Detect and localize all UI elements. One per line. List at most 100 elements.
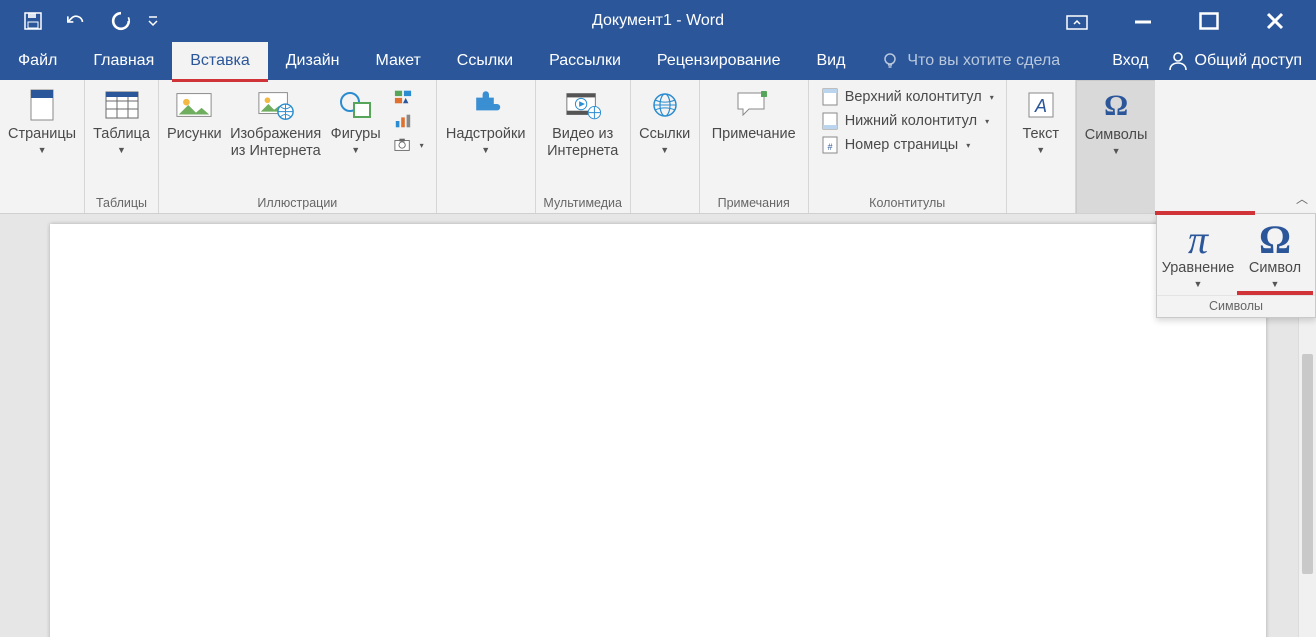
tab-design[interactable]: Дизайн (268, 42, 358, 80)
pages-button[interactable]: Страницы ▼ (4, 84, 80, 157)
tab-label: Файл (18, 52, 57, 70)
close-icon[interactable] (1262, 8, 1288, 34)
ribbon-display-options-icon[interactable] (1064, 8, 1090, 34)
smartart-icon (394, 88, 412, 106)
tab-mailings[interactable]: Рассылки (531, 42, 639, 80)
chevron-down-icon: ▾ (966, 141, 970, 150)
group-label: Мультимедиа (540, 194, 626, 213)
qat-customize-icon[interactable] (148, 10, 158, 32)
lightbulb-icon (881, 52, 899, 70)
header-button[interactable]: Верхний колонтитул ▾ (817, 86, 998, 108)
scrollbar-thumb[interactable] (1302, 354, 1313, 574)
svg-text:#: # (827, 142, 832, 152)
svg-text:A: A (1034, 96, 1047, 116)
table-label: Таблица (93, 126, 150, 143)
footer-button[interactable]: Нижний колонтитул ▾ (817, 110, 998, 132)
group-headerfooter: Верхний колонтитул ▾ Нижний колонтитул ▾… (809, 80, 1007, 213)
minimize-icon[interactable] (1130, 8, 1156, 34)
window-title: Документ1 - Word (592, 12, 724, 30)
title-bar: Документ1 - Word (0, 0, 1316, 42)
tab-label: Рецензирование (657, 52, 781, 70)
illustrations-small-column: ▾ (386, 84, 432, 158)
maximize-icon[interactable] (1196, 8, 1222, 34)
online-video-button[interactable]: Видео из Интернета (540, 84, 626, 161)
page-number-button[interactable]: # Номер страницы ▾ (817, 134, 998, 156)
tab-layout[interactable]: Макет (358, 42, 439, 80)
online-video-label: Видео из Интернета (547, 126, 618, 159)
ribbon: Страницы ▼ Таблица ▼ Таблицы Рис (0, 80, 1316, 214)
screenshot-icon (394, 136, 412, 154)
links-label: Ссылки (639, 126, 690, 143)
save-icon[interactable] (22, 10, 44, 32)
chevron-down-icon: ▼ (660, 145, 669, 155)
shapes-button[interactable]: Фигуры ▼ (326, 84, 386, 157)
symbols-dropdown-panel: π Уравнение ▼ Ω Символ ▼ Символы (1156, 214, 1316, 318)
pictures-button[interactable]: Рисунки (163, 84, 226, 145)
text-button[interactable]: A Текст ▼ (1011, 84, 1071, 157)
tab-label: Вставка (190, 52, 249, 70)
tab-home[interactable]: Главная (75, 42, 172, 80)
equation-label: Уравнение (1162, 260, 1235, 277)
tab-file[interactable]: Файл (0, 42, 75, 80)
share-button[interactable]: Общий доступ (1167, 50, 1303, 72)
tab-references[interactable]: Ссылки (439, 42, 531, 80)
addins-button[interactable]: Надстройки ▼ (441, 84, 531, 157)
picture-icon (175, 86, 213, 124)
group-label: Таблицы (89, 194, 154, 213)
footer-label: Нижний колонтитул (845, 113, 977, 129)
signin-link[interactable]: Вход (1112, 52, 1160, 70)
chart-button[interactable] (390, 110, 428, 132)
tell-me-placeholder: Что вы хотите сдела (907, 52, 1060, 70)
group-links: Ссылки ▼ (631, 80, 700, 213)
online-pictures-label: Изображения из Интернета (230, 126, 321, 159)
quick-access-toolbar (0, 10, 158, 32)
comment-button[interactable]: Примечание (704, 84, 804, 145)
chevron-down-icon: ▼ (117, 145, 126, 155)
text-label: Текст (1022, 126, 1059, 143)
video-icon (564, 86, 602, 124)
share-label: Общий доступ (1195, 52, 1303, 70)
tab-review[interactable]: Рецензирование (639, 42, 799, 80)
online-pictures-button[interactable]: Изображения из Интернета (226, 84, 326, 161)
comment-icon (735, 86, 773, 124)
symbols-button[interactable]: Ω Символы ▼ (1081, 85, 1152, 158)
active-tab-underline (172, 79, 267, 82)
collapse-ribbon-icon[interactable]: ︿ (1296, 190, 1308, 207)
symbols-label: Символы (1085, 127, 1148, 144)
equation-button[interactable]: π Уравнение ▼ (1159, 218, 1237, 291)
links-button[interactable]: Ссылки ▼ (635, 84, 695, 157)
group-text: A Текст ▼ (1007, 80, 1076, 213)
chevron-down-icon: ▼ (38, 145, 47, 155)
header-icon (821, 88, 839, 106)
chevron-down-icon: ▼ (1271, 279, 1280, 289)
tab-view[interactable]: Вид (798, 42, 863, 80)
screenshot-button[interactable]: ▾ (390, 134, 428, 156)
group-label: Колонтитулы (813, 194, 1002, 213)
share-person-icon (1167, 50, 1189, 72)
group-label: Примечания (704, 194, 804, 213)
pages-label: Страницы (8, 126, 76, 143)
page-number-label: Номер страницы (845, 137, 959, 153)
addins-icon (467, 86, 505, 124)
tell-me-search[interactable]: Что вы хотите сдела (863, 42, 1102, 80)
symbol-button[interactable]: Ω Символ ▼ (1237, 218, 1313, 291)
omega-icon: Ω (1097, 87, 1135, 125)
page-number-icon: # (821, 136, 839, 154)
group-media: Видео из Интернета Мультимедиа (536, 80, 631, 213)
omega-icon: Ω (1259, 220, 1291, 260)
group-tables: Таблица ▼ Таблицы (85, 80, 159, 213)
smartart-button[interactable] (390, 86, 428, 108)
chevron-down-icon: ▼ (351, 145, 360, 155)
textbox-icon: A (1022, 86, 1060, 124)
document-page[interactable] (50, 224, 1266, 637)
tab-label: Дизайн (286, 52, 340, 70)
online-picture-icon (257, 86, 295, 124)
group-symbols: Ω Символы ▼ (1076, 80, 1156, 213)
undo-icon[interactable] (66, 10, 88, 32)
addins-label: Надстройки (446, 126, 526, 143)
table-button[interactable]: Таблица ▼ (89, 84, 154, 157)
comment-label: Примечание (712, 126, 796, 143)
chevron-down-icon: ▼ (1194, 279, 1203, 289)
tab-insert[interactable]: Вставка (172, 42, 267, 80)
redo-icon[interactable] (110, 10, 132, 32)
